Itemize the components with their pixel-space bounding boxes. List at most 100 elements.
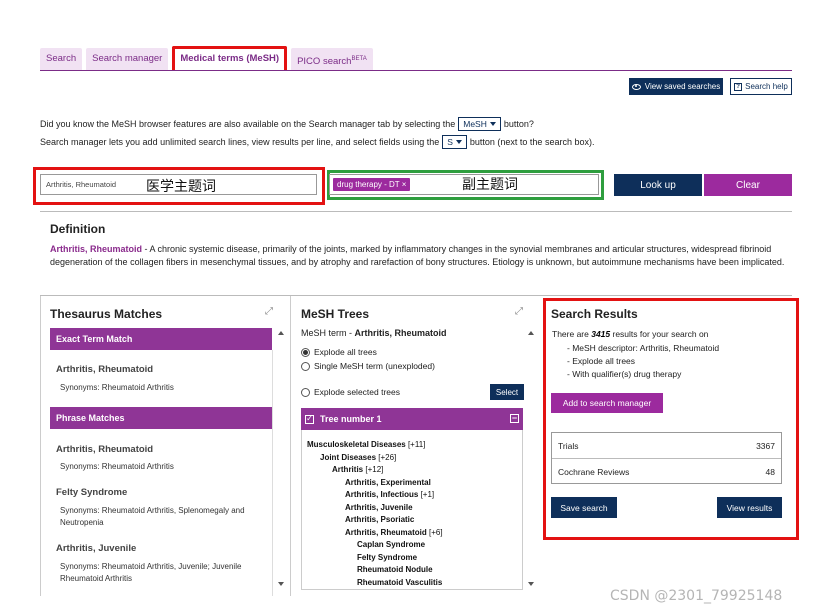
scroll-up-icon[interactable] bbox=[278, 331, 284, 335]
tree-node-label: Rheumatoid Vasculitis bbox=[357, 577, 443, 587]
panel-border bbox=[290, 296, 291, 596]
thesaurus-term[interactable]: Arthritis, Rheumatoid bbox=[56, 364, 153, 375]
tree-node[interactable]: Arthritis, Rheumatoid [+6] bbox=[345, 528, 443, 537]
tree-node[interactable]: Arthritis [+12] bbox=[332, 465, 383, 474]
tree-node[interactable]: Rheumatoid Vasculitis bbox=[357, 578, 442, 587]
phrase-match-label: Phrase Matches bbox=[56, 413, 125, 423]
tree-node-count: [+26] bbox=[378, 452, 397, 462]
tree-node[interactable]: Arthritis, Experimental bbox=[345, 478, 431, 487]
option-explode-selected[interactable]: Explode selected trees bbox=[301, 387, 400, 397]
look-up-label: Look up bbox=[640, 179, 676, 191]
look-up-button[interactable]: Look up bbox=[614, 174, 702, 196]
tree-node[interactable]: Arthritis, Psoriatic bbox=[345, 515, 414, 524]
mesh-scrollbar[interactable] bbox=[526, 328, 536, 590]
s-mini-button[interactable]: S bbox=[442, 135, 467, 149]
thesaurus-scrollbar[interactable] bbox=[276, 328, 286, 590]
tree-number-header[interactable]: ✓ Tree number 1 − bbox=[301, 408, 523, 430]
tree-node-label: Joint Diseases bbox=[320, 452, 377, 462]
option-label: Explode selected trees bbox=[314, 387, 400, 397]
thesaurus-term[interactable]: Arthritis, Juvenile bbox=[56, 543, 136, 554]
results-table: Trials 3367 Cochrane Reviews 48 bbox=[551, 432, 782, 484]
expand-icon[interactable]: ⤢ bbox=[515, 306, 523, 317]
definition-body: - A chronic systemic disease, primarily … bbox=[50, 244, 785, 267]
thesaurus-title: Thesaurus Matches bbox=[50, 307, 163, 321]
definition-heading: Definition bbox=[50, 222, 106, 236]
results-count: 3415 bbox=[591, 329, 611, 339]
phrase-match-header: Phrase Matches bbox=[50, 407, 272, 429]
tree-node-label: Musculoskeletal Diseases bbox=[307, 440, 406, 449]
tree-node[interactable]: Arthritis, Juvenile bbox=[345, 503, 413, 512]
mesh-mini-label: MeSH bbox=[463, 119, 487, 129]
info-line1-post: button? bbox=[503, 119, 534, 129]
definition-term: Arthritis, Rheumatoid bbox=[50, 244, 143, 254]
scroll-up-icon[interactable] bbox=[528, 331, 534, 335]
eye-icon bbox=[631, 83, 641, 90]
chip-remove-icon[interactable]: × bbox=[402, 180, 407, 189]
mesh-mini-button[interactable]: MeSH bbox=[458, 117, 501, 131]
clear-button[interactable]: Clear bbox=[704, 174, 792, 196]
tab-pico-search[interactable]: PICO searchBETA bbox=[291, 48, 373, 70]
save-search-button[interactable]: Save search bbox=[551, 497, 617, 518]
tab-bar: Search Search manager Medical terms (MeS… bbox=[40, 46, 373, 70]
tree-node-label: Arthritis, Experimental bbox=[345, 477, 431, 487]
caret-down-icon bbox=[489, 122, 496, 126]
tab-medical-terms-label: Medical terms (MeSH) bbox=[180, 53, 280, 64]
thesaurus-term[interactable]: Arthritis, Rheumatoid bbox=[56, 444, 153, 455]
select-button[interactable]: Select bbox=[490, 384, 524, 400]
radio-icon[interactable] bbox=[301, 361, 310, 371]
tab-medical-terms[interactable]: Medical terms (MeSH) bbox=[172, 46, 288, 70]
tab-search[interactable]: Search bbox=[40, 48, 83, 70]
tree-node-label: Arthritis, Psoriatic bbox=[345, 515, 415, 524]
view-saved-searches-button[interactable]: View saved searches bbox=[629, 78, 723, 95]
tree-node-count: [+1] bbox=[420, 490, 435, 499]
qualifier-chip-label: drug therapy - DT bbox=[337, 180, 400, 189]
thesaurus-term[interactable]: Felty Syndrome bbox=[56, 487, 127, 498]
tree-node[interactable]: Rheumatoid Nodule bbox=[357, 565, 433, 574]
qualifier-chip[interactable]: drug therapy - DT × bbox=[333, 178, 411, 191]
scroll-down-icon[interactable] bbox=[278, 582, 284, 586]
tree-node-label: Rheumatoid Nodule bbox=[357, 565, 433, 574]
tree-node-label: Caplan Syndrome bbox=[357, 540, 426, 549]
row-value: 3367 bbox=[756, 441, 775, 451]
panel-inner-border bbox=[272, 350, 273, 596]
tree-node-label: Arthritis, Rheumatoid bbox=[345, 527, 427, 537]
table-divider bbox=[552, 458, 781, 459]
mesh-trees-title: MeSH Trees bbox=[301, 307, 370, 321]
thesaurus-synonyms: Synonyms: Rheumatoid Arthritis, Juvenile… bbox=[60, 562, 242, 583]
mesh-term-line: MeSH term - Arthritis, Rheumatoid bbox=[301, 328, 447, 338]
tree-node[interactable]: Felty Syndrome bbox=[357, 553, 417, 562]
info-line-s: Search manager lets you add unlimited se… bbox=[40, 135, 594, 149]
caret-down-icon bbox=[455, 140, 462, 144]
tab-search-manager[interactable]: Search manager bbox=[86, 48, 169, 70]
expand-icon[interactable]: ⤢ bbox=[265, 306, 273, 317]
tree-node-count: [+6] bbox=[429, 527, 443, 537]
result-detail: - MeSH descriptor: Arthritis, Rheumatoid bbox=[567, 343, 720, 353]
tree-number-label: Tree number 1 bbox=[320, 414, 382, 424]
divider bbox=[40, 295, 792, 296]
option-single-term[interactable]: Single MeSH term (unexploded) bbox=[301, 361, 435, 371]
tree-node-count: [+12] bbox=[365, 465, 384, 474]
mesh-term-name: Arthritis, Rheumatoid bbox=[354, 328, 447, 338]
tree-node[interactable]: Musculoskeletal Diseases [+11] bbox=[307, 440, 425, 449]
view-label: View results bbox=[726, 502, 773, 513]
mesh-term-prefix: MeSH term - bbox=[301, 328, 355, 338]
table-row[interactable]: Trials 3367 bbox=[558, 441, 775, 451]
tab-search-manager-label: Search manager bbox=[92, 53, 163, 64]
radio-selected-icon[interactable] bbox=[301, 347, 310, 357]
add-to-search-manager-button[interactable]: Add to search manager bbox=[551, 393, 663, 413]
search-help-button[interactable]: ? Search help bbox=[730, 78, 792, 95]
view-results-button[interactable]: View results bbox=[717, 497, 782, 518]
collapse-icon[interactable]: − bbox=[510, 414, 519, 423]
scroll-down-icon[interactable] bbox=[528, 582, 534, 586]
checkbox-checked-icon[interactable]: ✓ bbox=[305, 414, 314, 424]
add-label: Add to search manager bbox=[562, 398, 652, 408]
radio-icon[interactable] bbox=[301, 387, 310, 397]
option-explode-all[interactable]: Explode all trees bbox=[301, 347, 377, 357]
tab-underline bbox=[40, 70, 792, 71]
tree-node[interactable]: Joint Diseases [+26] bbox=[320, 453, 396, 462]
watermark: CSDN @2301_79925148 bbox=[610, 588, 783, 604]
tree-node[interactable]: Caplan Syndrome bbox=[357, 540, 425, 549]
table-row[interactable]: Cochrane Reviews 48 bbox=[558, 467, 775, 477]
row-label: Cochrane Reviews bbox=[558, 467, 630, 477]
tree-node[interactable]: Arthritis, Infectious [+1] bbox=[345, 490, 434, 499]
